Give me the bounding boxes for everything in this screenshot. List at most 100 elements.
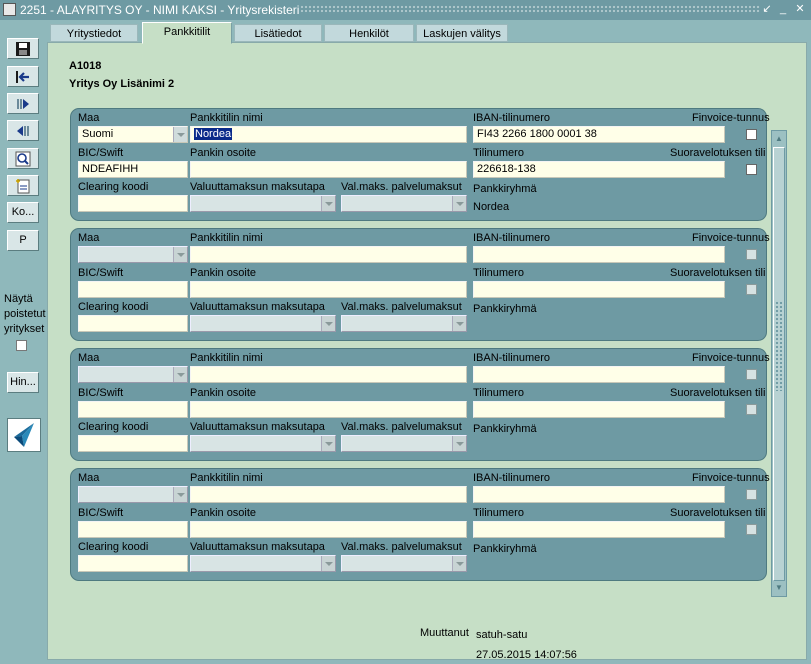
label-pankin-osoite: Pankin osoite	[190, 267, 257, 279]
iban-field[interactable]	[473, 246, 725, 263]
chevron-down-icon[interactable]	[321, 556, 335, 571]
chevron-down-icon[interactable]	[452, 436, 466, 451]
tilinumero-field[interactable]	[473, 281, 725, 298]
chevron-down-icon[interactable]	[173, 247, 187, 262]
bic-value: NDEAFIHH	[82, 163, 139, 175]
close-button[interactable]: ✕	[793, 2, 807, 17]
tab-henkilot[interactable]: Henkilöt	[324, 24, 414, 42]
changed-by-label: Muuttanut	[420, 627, 469, 639]
chevron-down-icon[interactable]	[321, 436, 335, 451]
save-button[interactable]	[7, 38, 39, 59]
direct-debit-checkbox[interactable]	[746, 164, 757, 175]
tab-lisatiedot[interactable]: Lisätiedot	[234, 24, 322, 42]
chevron-down-icon[interactable]	[173, 487, 187, 502]
bic-field[interactable]	[78, 401, 188, 418]
pankkiryhma-value: Nordea	[473, 201, 510, 213]
valuutta-select[interactable]	[190, 315, 336, 332]
bic-field[interactable]	[78, 281, 188, 298]
chevron-down-icon[interactable]	[452, 556, 466, 571]
maa-select[interactable]	[78, 246, 188, 263]
vertical-scrollbar[interactable]: ▲ ▼	[771, 130, 787, 597]
pankin-osoite-field[interactable]	[190, 521, 467, 538]
label-bic: BIC/Swift	[78, 507, 124, 519]
tilinumero-field[interactable]: 226618-138	[473, 161, 725, 178]
search-icon	[15, 151, 31, 167]
exit-button[interactable]	[7, 66, 39, 87]
finvoice-checkbox[interactable]	[746, 129, 757, 140]
back-button[interactable]	[7, 120, 39, 141]
chevron-down-icon[interactable]	[321, 196, 335, 211]
label-tilinumero: Tilinumero	[473, 507, 524, 519]
label-valuutta: Valuuttamaksun maksutapa	[190, 541, 325, 553]
clearing-field[interactable]	[78, 315, 188, 332]
bic-field[interactable]: NDEAFIHH	[78, 161, 188, 178]
pankin-osoite-field[interactable]	[190, 161, 467, 178]
tilinumero-field[interactable]	[473, 401, 725, 418]
label-palvelumaksut: Val.maks. palvelumaksut	[341, 181, 462, 193]
pankin-osoite-field[interactable]	[190, 401, 467, 418]
chevron-down-icon[interactable]	[321, 316, 335, 331]
direct-debit-checkbox[interactable]	[746, 404, 757, 415]
clearing-field[interactable]	[78, 555, 188, 572]
finvoice-checkbox[interactable]	[746, 369, 757, 380]
content-area: A1018 Yritys Oy Lisänimi 2 ▲ ▼ Muuttanut…	[47, 42, 807, 661]
valuutta-select[interactable]	[190, 195, 336, 212]
palvelumaksut-select[interactable]	[341, 315, 467, 332]
bank-account-panel: Maa Pankkitilin nimi IBAN-tilinumero Finvoi…	[70, 468, 770, 581]
palvelumaksut-select[interactable]	[341, 195, 467, 212]
new-record-button[interactable]	[7, 175, 39, 196]
maa-select[interactable]: Suomi	[78, 126, 188, 143]
bic-field[interactable]	[78, 521, 188, 538]
chevron-down-icon[interactable]	[452, 316, 466, 331]
direct-debit-checkbox[interactable]	[746, 284, 757, 295]
maa-select[interactable]	[78, 366, 188, 383]
app-icon	[3, 3, 16, 16]
chevron-down-icon[interactable]	[173, 367, 187, 382]
iban-field[interactable]	[473, 366, 725, 383]
label-valuutta: Valuuttamaksun maksutapa	[190, 301, 325, 313]
iban-field[interactable]: FI43 2266 1800 0001 38	[473, 126, 725, 143]
maa-select[interactable]	[78, 486, 188, 503]
pankin-osoite-field[interactable]	[190, 281, 467, 298]
pankkitilin-nimi-field[interactable]	[190, 366, 467, 383]
label-pankkiryhma: Pankkiryhmä	[473, 303, 537, 315]
minimize-button[interactable]: _	[776, 2, 790, 17]
scroll-grip	[775, 301, 783, 391]
tab-yritystiedot[interactable]: Yritystiedot	[50, 24, 138, 42]
finvoice-checkbox[interactable]	[746, 489, 757, 500]
palvelumaksut-select[interactable]	[341, 435, 467, 452]
ko-button[interactable]: Ko...	[7, 202, 39, 223]
title-bar: 2251 - ALAYRITYS OY - NIMI KAKSI - Yrity…	[0, 0, 811, 20]
scroll-up-icon[interactable]: ▲	[773, 132, 785, 146]
search-button[interactable]	[7, 148, 39, 169]
p-button[interactable]: P	[7, 230, 39, 251]
valuutta-select[interactable]	[190, 555, 336, 572]
direct-debit-checkbox[interactable]	[746, 524, 757, 535]
hin-button[interactable]: Hin...	[7, 372, 39, 393]
tilinumero-field[interactable]	[473, 521, 725, 538]
restore-button[interactable]: ↙	[760, 2, 774, 17]
chevron-down-icon[interactable]	[452, 196, 466, 211]
save-icon	[16, 42, 30, 56]
label-iban: IBAN-tilinumero	[473, 352, 551, 364]
scroll-down-icon[interactable]: ▼	[773, 581, 785, 595]
palvelumaksut-select[interactable]	[341, 555, 467, 572]
finvoice-checkbox[interactable]	[746, 249, 757, 260]
clearing-field[interactable]	[78, 435, 188, 452]
tab-laskujen-valitys[interactable]: Laskujen välitys	[416, 24, 508, 42]
pankkitilin-nimi-value: Nordea	[194, 128, 233, 140]
chevron-down-icon[interactable]	[173, 127, 187, 142]
pankkitilin-nimi-field[interactable]	[190, 246, 467, 263]
pankkitilin-nimi-field[interactable]: Nordea	[190, 126, 467, 143]
next-button[interactable]	[7, 93, 39, 114]
label-iban: IBAN-tilinumero	[473, 472, 551, 484]
valuutta-select[interactable]	[190, 435, 336, 452]
tab-pankkitilit[interactable]: Pankkitilit	[142, 22, 232, 44]
label-maa: Maa	[78, 232, 100, 244]
iban-field[interactable]	[473, 486, 725, 503]
label-suoraveloitus: Suoravelotuksen tili	[670, 507, 766, 519]
show-deleted-checkbox[interactable]	[16, 340, 27, 351]
label-suoraveloitus: Suoravelotuksen tili	[670, 387, 766, 399]
clearing-field[interactable]	[78, 195, 188, 212]
pankkitilin-nimi-field[interactable]	[190, 486, 467, 503]
